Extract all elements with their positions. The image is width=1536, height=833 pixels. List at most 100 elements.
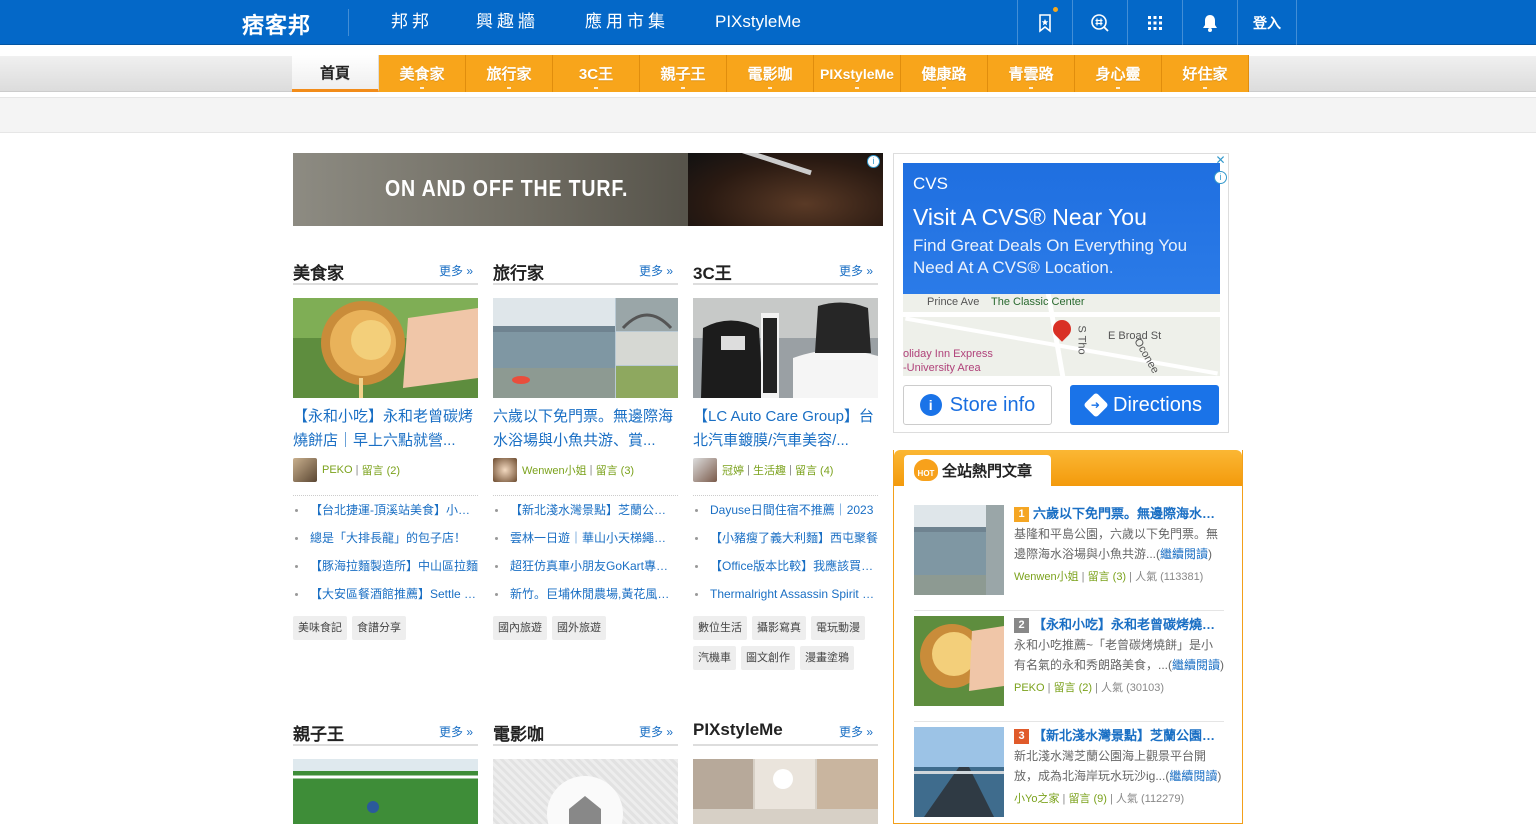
tab-mind[interactable]: 身心靈: [1075, 55, 1162, 92]
tag[interactable]: 數位生活: [693, 616, 747, 640]
article-thumbnail[interactable]: [693, 298, 878, 398]
hot-articles-tab[interactable]: HOT 全站熱門文章: [904, 455, 1051, 486]
hot-article-title[interactable]: 3 【新北淺水灣景點】芝蘭公園海上觀景平台: [1014, 727, 1224, 745]
list-item[interactable]: 新竹。巨埔休閒農場,黃花風鈴木: [493, 580, 678, 608]
avatar[interactable]: [693, 458, 717, 482]
list-item[interactable]: 總是「大排長龍」的包子店！: [293, 524, 478, 552]
comment-count[interactable]: 留言 (3): [596, 462, 635, 478]
hot-article-thumbnail[interactable]: [914, 616, 1004, 706]
lead-article-title[interactable]: 【永和小吃】永和老曾碳烤燒餅店｜早上六點就營...: [293, 405, 478, 453]
read-more-link[interactable]: 繼續閱讀: [1172, 658, 1220, 672]
article-thumbnail[interactable]: [493, 298, 678, 398]
comment-count[interactable]: 留言 (2): [1054, 682, 1093, 694]
list-item[interactable]: 【小豬瘦了義大利麵】西屯聚餐: [693, 524, 878, 552]
hot-article-title[interactable]: 2 【永和小吃】永和老曾碳烤燒餅店: [1014, 616, 1224, 634]
article-thumbnail[interactable]: [293, 298, 478, 398]
tab-health[interactable]: 健康路: [901, 55, 988, 92]
tab-pixstyleme[interactable]: PIXstyleMe: [814, 55, 901, 92]
ad-info-icon[interactable]: i: [867, 155, 880, 168]
tab-label: 身心靈: [1095, 66, 1141, 83]
author-name[interactable]: PEKO: [322, 464, 353, 476]
article-thumbnail-placeholder[interactable]: [493, 759, 678, 824]
pixnet-logo[interactable]: 痞客邦: [242, 8, 318, 38]
author-name[interactable]: 小Yo之家: [1014, 793, 1059, 805]
tab-label: 健康路: [921, 66, 967, 83]
login-button[interactable]: 登入: [1237, 0, 1297, 45]
tag[interactable]: 國內旅遊: [493, 616, 547, 640]
tab-home[interactable]: 首頁: [292, 55, 379, 92]
tag[interactable]: 攝影寫真: [752, 616, 806, 640]
comment-count[interactable]: 留言 (9): [1068, 793, 1107, 805]
banner-ad[interactable]: ON AND OFF THE TURF.: [293, 153, 883, 226]
tab-travel[interactable]: 旅行家: [466, 55, 553, 92]
list-item[interactable]: 雲林一日遊｜華山小天梯繩索吊橋: [493, 524, 678, 552]
hot-article-thumbnail[interactable]: [914, 505, 1004, 595]
notifications-button[interactable]: [1182, 0, 1237, 45]
author-name[interactable]: PEKO: [1014, 682, 1045, 694]
list-item[interactable]: 【大安區餐酒館推薦】Settle 餐酒: [293, 580, 478, 608]
list-item[interactable]: 【台北捷運-頂溪站美食】小吃推薦: [293, 496, 478, 524]
comment-count[interactable]: 留言 (2): [362, 462, 401, 478]
tab-career[interactable]: 青雲路: [988, 55, 1075, 92]
desc-paren: ): [1220, 658, 1225, 672]
tag[interactable]: 漫畫塗鴉: [800, 646, 854, 670]
hashtag-search-button[interactable]: [1072, 0, 1127, 45]
more-link[interactable]: 更多 »: [839, 262, 873, 279]
tag[interactable]: 電玩動漫: [811, 616, 865, 640]
tag[interactable]: 美味食記: [293, 616, 347, 640]
store-info-button[interactable]: i Store info: [903, 385, 1052, 425]
list-item[interactable]: 超狂仿真車小朋友GoKart專屬賽道: [493, 552, 678, 580]
tag[interactable]: 汽機車: [693, 646, 736, 670]
hot-article-thumbnail[interactable]: [914, 727, 1004, 817]
more-link[interactable]: 更多 »: [839, 723, 873, 740]
chevron-down-icon: [681, 87, 685, 89]
tag[interactable]: 食譜分享: [352, 616, 406, 640]
read-more-link[interactable]: 繼續閱讀: [1169, 769, 1217, 783]
category-link[interactable]: 生活趣: [753, 462, 786, 478]
article-thumbnail[interactable]: [693, 759, 878, 824]
ad-info-icon[interactable]: i: [1214, 171, 1227, 184]
author-name[interactable]: 冠婷: [722, 462, 744, 478]
directions-button[interactable]: ➜ Directions: [1070, 385, 1219, 425]
tab-3c[interactable]: 3C王: [553, 55, 640, 92]
list-item[interactable]: Dayuse日間住宿不推薦｜2023: [693, 496, 878, 524]
map-label: S Tho: [1075, 325, 1088, 355]
article-thumbnail[interactable]: [293, 759, 478, 824]
nav-bangbang[interactable]: 邦邦: [391, 0, 433, 45]
comment-count[interactable]: 留言 (4): [795, 462, 834, 478]
tab-home-living[interactable]: 好住家: [1162, 55, 1249, 92]
more-link[interactable]: 更多 »: [439, 723, 473, 740]
avatar[interactable]: [293, 458, 317, 482]
nav-app-market[interactable]: 應用市集: [585, 0, 669, 45]
apps-grid-button[interactable]: [1127, 0, 1182, 45]
nav-pixstyleme[interactable]: PIXstyleMe: [715, 0, 801, 45]
ad-close-icon[interactable]: ✕: [1214, 154, 1227, 167]
home-placeholder-icon: [547, 776, 623, 824]
sidebar-ad-cvs[interactable]: CVS Visit A CVS® Near You Find Great Dea…: [893, 153, 1229, 433]
bookmark-star-button[interactable]: [1017, 0, 1072, 45]
tag[interactable]: 國外旅遊: [552, 616, 606, 640]
author-name[interactable]: Wenwen小姐: [522, 462, 587, 478]
seaside-pool-photo: [914, 505, 1004, 595]
comment-count[interactable]: 留言 (3): [1088, 571, 1127, 583]
lead-article-title[interactable]: 【LC Auto Care Group】台北汽車鍍膜/汽車美容/...: [693, 405, 878, 453]
top-icon-group: 登入: [1017, 0, 1297, 45]
list-item[interactable]: 【新北淺水灣景點】芝蘭公園海上觀景台: [493, 496, 678, 524]
read-more-link[interactable]: 繼續閱讀: [1160, 547, 1208, 561]
tab-food[interactable]: 美食家: [379, 55, 466, 92]
list-item[interactable]: 【Office版本比較】我應該買哪個: [693, 552, 878, 580]
tab-parenting[interactable]: 親子王: [640, 55, 727, 92]
list-item[interactable]: 【豚海拉麵製造所】中山區拉麵: [293, 552, 478, 580]
tab-movies[interactable]: 電影咖: [727, 55, 814, 92]
more-link[interactable]: 更多 »: [439, 262, 473, 279]
nav-interest-wall[interactable]: 興趣牆: [476, 0, 539, 45]
more-link[interactable]: 更多 »: [639, 723, 673, 740]
avatar[interactable]: [493, 458, 517, 482]
hot-article-title[interactable]: 1 六歲以下免門票。無邊際海水浴場與小魚共游: [1014, 505, 1224, 523]
list-item[interactable]: Thermalright Assassin Spirit 120: [693, 580, 878, 608]
author-name[interactable]: Wenwen小姐: [1014, 571, 1079, 583]
more-link[interactable]: 更多 »: [639, 262, 673, 279]
ad-map[interactable]: Prince Ave The Classic Center E Broad St…: [903, 294, 1220, 376]
tag[interactable]: 圖文創作: [741, 646, 795, 670]
lead-article-title[interactable]: 六歲以下免門票。無邊際海水浴場與小魚共游、賞...: [493, 405, 678, 453]
